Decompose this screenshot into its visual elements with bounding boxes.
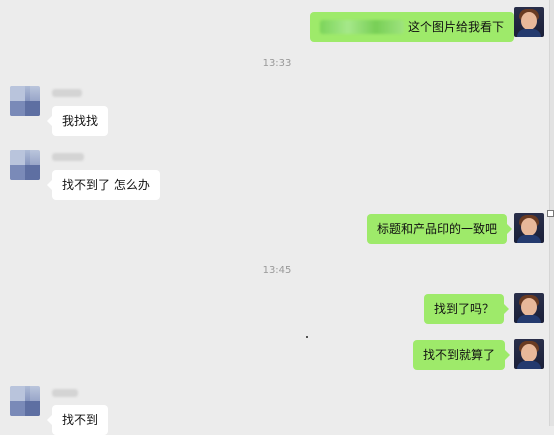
timestamp: 13:45 <box>262 265 292 276</box>
contact-name-blurred <box>52 153 84 161</box>
message-text: 找到了吗？ <box>434 302 495 316</box>
message-text: 找不到了 怎么办 <box>62 178 150 192</box>
outgoing-message-bubble[interactable]: 找不到就算了 <box>413 340 511 370</box>
message-text: 找不到 <box>62 413 99 427</box>
timestamp: 13:33 <box>262 58 292 69</box>
self-avatar[interactable] <box>514 339 544 369</box>
self-avatar[interactable] <box>514 213 544 243</box>
outgoing-message-bubble[interactable]: 这个图片给我看下 <box>310 12 520 42</box>
incoming-message-bubble[interactable]: 找不到 <box>46 405 109 435</box>
contact-avatar[interactable] <box>10 386 40 416</box>
message-text: 这个图片给我看下 <box>408 20 505 34</box>
contact-name-blurred <box>52 389 78 397</box>
message-text: 找不到就算了 <box>423 348 496 362</box>
incoming-message-bubble[interactable]: 我找找 <box>46 106 109 136</box>
contact-avatar[interactable] <box>10 150 40 180</box>
contact-avatar[interactable] <box>10 86 40 116</box>
outgoing-message-bubble[interactable]: 标题和产品印的一致吧 <box>367 214 513 244</box>
outgoing-message-bubble[interactable]: 找到了吗？ <box>424 294 510 324</box>
self-avatar[interactable] <box>514 293 544 323</box>
blurred-text <box>320 20 404 34</box>
message-text: 标题和产品印的一致吧 <box>377 222 498 236</box>
message-text: 我找找 <box>62 114 99 128</box>
resize-handle[interactable] <box>547 210 554 217</box>
stray-dot <box>306 336 308 338</box>
incoming-message-bubble[interactable]: 找不到了 怎么办 <box>47 170 160 200</box>
contact-name-blurred <box>52 89 82 97</box>
self-avatar[interactable] <box>514 7 544 37</box>
chat-message-area[interactable]: 这个图片给我看下 13:33 我找找 找不到了 怎么办 标题和产品印的一致吧 1… <box>0 0 554 435</box>
